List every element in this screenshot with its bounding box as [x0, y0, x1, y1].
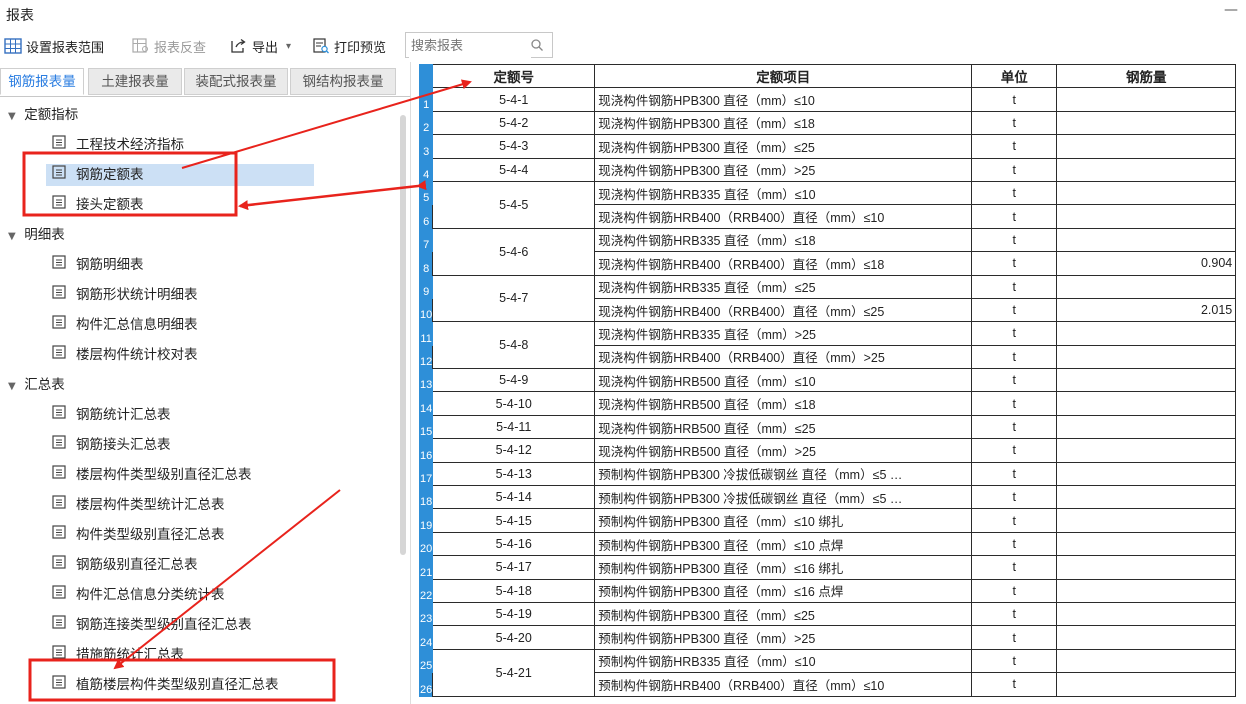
highlight-box-planting — [28, 658, 336, 702]
annotation-arrow — [181, 79, 472, 169]
annotation-arrow — [238, 180, 427, 211]
annotation-overlay — [22, 79, 472, 702]
annotation-arrow — [113, 489, 341, 670]
